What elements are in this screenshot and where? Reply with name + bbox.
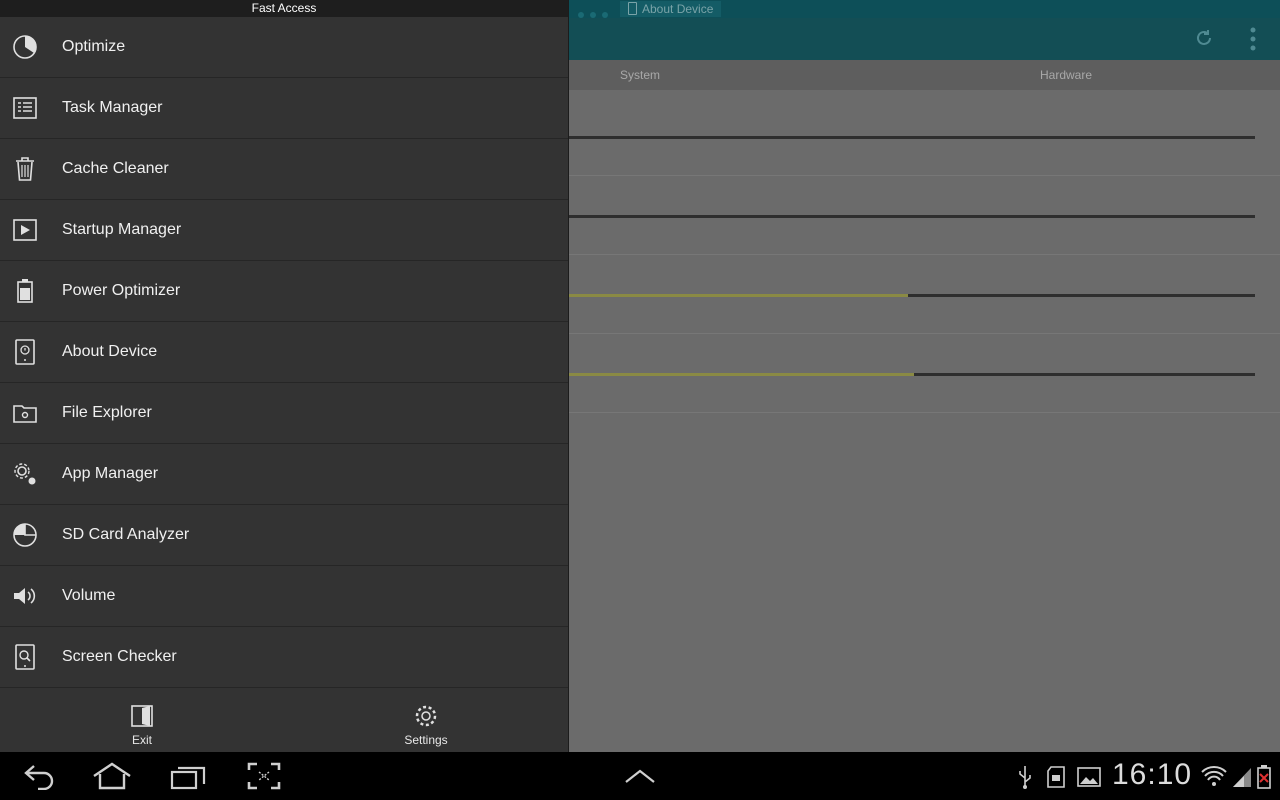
menu-item-startup-manager[interactable]: Startup Manager — [0, 200, 568, 261]
tab-hardware[interactable]: Hardware — [1040, 68, 1092, 82]
back-icon[interactable] — [22, 762, 56, 790]
menu-item-file-explorer[interactable]: File Explorer — [0, 383, 568, 444]
overflow-menu-icon[interactable] — [1250, 26, 1256, 52]
gear-icon — [415, 705, 437, 727]
up-arrow-icon[interactable] — [624, 768, 656, 784]
device-info-icon — [15, 339, 35, 365]
menu-item-screen-checker[interactable]: Screen Checker — [0, 627, 568, 688]
home-icon[interactable] — [92, 762, 132, 790]
gears-icon — [14, 463, 36, 485]
speaker-icon — [14, 588, 36, 604]
progress-bar — [560, 294, 1255, 297]
menu-item-power-optimizer[interactable]: Power Optimizer — [0, 261, 568, 322]
menu-item-label: Screen Checker — [62, 648, 177, 665]
progress-fill — [560, 294, 908, 297]
progress-bar — [560, 373, 1255, 376]
screen-search-icon — [15, 644, 35, 670]
clock: 16:10 — [1112, 758, 1193, 791]
exit-label: Exit — [131, 733, 152, 747]
pie-clock-icon — [13, 35, 37, 59]
exit-button[interactable]: Exit — [42, 690, 242, 752]
drawer-title: Fast Access — [0, 0, 568, 17]
menu-item-label: App Manager — [62, 465, 159, 482]
exit-door-icon — [131, 705, 153, 727]
signal-icon — [1233, 768, 1251, 787]
task-list-icon — [13, 97, 37, 119]
fast-access-drawer: Fast Access Optimize Task Manager Cache … — [0, 0, 569, 752]
menu-item-app-manager[interactable]: App Manager — [0, 444, 568, 505]
menu-item-task-manager[interactable]: Task Manager — [0, 78, 568, 139]
recent-apps-icon[interactable] — [170, 762, 206, 790]
phone-icon — [628, 2, 637, 15]
tab-system[interactable]: System — [620, 68, 660, 82]
progress-fill — [560, 373, 915, 376]
refresh-icon[interactable] — [1194, 28, 1214, 48]
menu-item-cache-cleaner[interactable]: Cache Cleaner — [0, 139, 568, 200]
menu-item-label: SD Card Analyzer — [62, 526, 190, 543]
battery-alert-icon — [1257, 765, 1271, 789]
progress-bar — [560, 215, 1255, 218]
settings-label: Settings — [404, 733, 448, 747]
wifi-icon — [1201, 766, 1227, 786]
menu-item-about-device[interactable]: About Device — [0, 322, 568, 383]
sd-card-icon — [1047, 766, 1065, 788]
gallery-icon — [1077, 767, 1101, 787]
menu-item-label: Cache Cleaner — [62, 160, 169, 177]
notification-chip: About Device — [620, 1, 722, 17]
folder-gear-icon — [13, 405, 37, 423]
menu-item-label: Startup Manager — [62, 221, 182, 238]
menu-item-sd-card-analyzer[interactable]: SD Card Analyzer — [0, 505, 568, 566]
trash-icon — [16, 157, 34, 181]
settings-button[interactable]: Settings — [326, 690, 526, 752]
screenshot-icon[interactable] — [247, 762, 281, 790]
progress-bar — [560, 136, 1255, 139]
menu-item-label: Task Manager — [62, 99, 163, 116]
menu-item-label: Optimize — [62, 38, 126, 55]
menu-item-label: File Explorer — [62, 404, 152, 421]
menu-item-label: Volume — [62, 587, 116, 604]
menu-item-volume[interactable]: Volume — [0, 566, 568, 627]
usb-icon — [1019, 766, 1031, 789]
pie-chart-icon — [13, 523, 37, 547]
menu-item-label: About Device — [62, 343, 158, 360]
battery-icon — [17, 279, 33, 303]
menu-item-optimize[interactable]: Optimize — [0, 17, 568, 78]
system-nav-bar: 16:10 — [0, 752, 1280, 800]
drawer-footer: Exit Settings — [0, 690, 568, 752]
menu-item-label: Power Optimizer — [62, 282, 181, 299]
play-box-icon — [13, 219, 37, 241]
